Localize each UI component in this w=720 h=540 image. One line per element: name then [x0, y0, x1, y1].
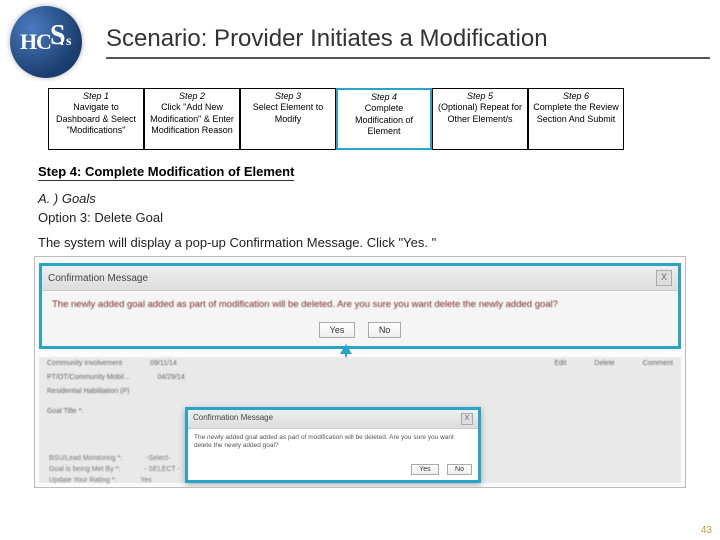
yes-button[interactable]: Yes [319, 322, 356, 338]
hcsis-logo: H C S i s [10, 6, 82, 78]
step-5: Step 5 (Optional) Repeat for Other Eleme… [432, 88, 528, 150]
close-icon[interactable]: X [461, 413, 473, 425]
confirmation-dialog-large: Confirmation Message X The newly added g… [39, 263, 681, 349]
close-icon[interactable]: X [656, 270, 672, 286]
step-1: Step 1 Navigate to Dashboard & Select "M… [48, 88, 144, 150]
screenshot-area: Confirmation Message X The newly added g… [34, 256, 686, 488]
step-4-active: Step 4 Complete Modification of Element [336, 88, 432, 150]
page-number: 43 [701, 525, 712, 536]
instruction-text: The system will display a pop-up Confirm… [38, 235, 720, 250]
dialog-message: The newly added goal added as part of mo… [42, 291, 678, 318]
step-2: Step 2 Click "Add New Modification" & En… [144, 88, 240, 150]
mini-dialog-title: Confirmation Message [193, 413, 273, 425]
step-flow: Step 1 Navigate to Dashboard & Select "M… [48, 88, 720, 150]
page-title: Scenario: Provider Initiates a Modificat… [106, 25, 710, 59]
section-heading: Step 4: Complete Modification of Element [38, 164, 294, 181]
dialog-title: Confirmation Message [48, 273, 148, 284]
subsection-option: Option 3: Delete Goal [38, 210, 720, 225]
subsection-goals: A. ) Goals [38, 191, 720, 206]
background-form-lower: BSU/Lead Monitoring *: -Select- Goal is … [43, 453, 677, 488]
mini-dialog-message: The newly added goal added as part of mo… [188, 429, 478, 456]
step-3: Step 3 Select Element to Modify [240, 88, 336, 150]
step-6: Step 6 Complete the Review Section And S… [528, 88, 624, 150]
no-button[interactable]: No [368, 322, 402, 338]
